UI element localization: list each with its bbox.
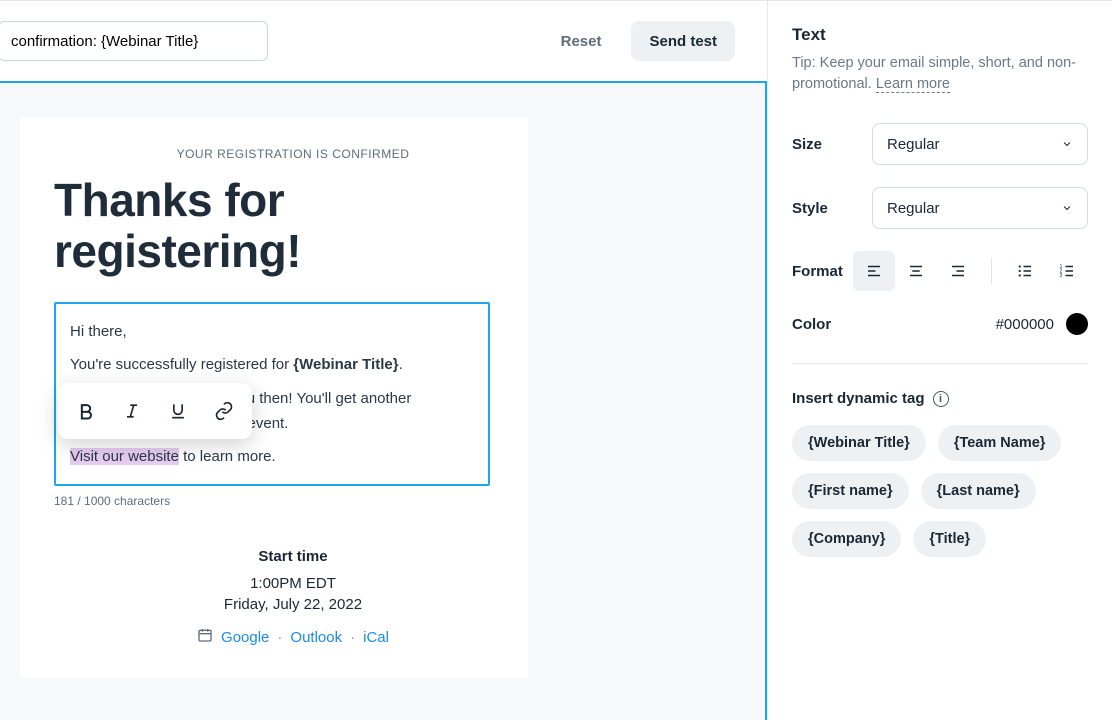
color-swatch[interactable] xyxy=(1066,313,1088,335)
bold-icon xyxy=(76,401,96,421)
start-time-label: Start time xyxy=(102,548,484,565)
size-row: Size Regular xyxy=(792,123,1088,165)
panel-title: Text xyxy=(792,25,1088,45)
panel-tip: Tip: Keep your email simple, short, and … xyxy=(792,53,1088,95)
svg-text:3: 3 xyxy=(1060,273,1063,279)
character-count: 181 / 1000 characters xyxy=(54,494,484,508)
start-time-value: 1:00PM EDT xyxy=(102,575,484,592)
dynamic-tag-header: Insert dynamic tag i xyxy=(792,390,1088,407)
bold-button[interactable] xyxy=(64,389,108,433)
calendar-links: Google · Outlook · iCal xyxy=(197,627,389,647)
tag-team-name[interactable]: {Team Name} xyxy=(938,425,1062,461)
italic-button[interactable] xyxy=(110,389,154,433)
bullet-list-icon xyxy=(1016,262,1034,280)
link-button[interactable] xyxy=(202,389,246,433)
text-format-toolbar xyxy=(58,383,252,439)
body-line: You're successfully registered for {Webi… xyxy=(70,353,474,376)
body-line: Hi there, xyxy=(70,320,474,343)
numbered-list-icon: 123 xyxy=(1058,262,1076,280)
chevron-down-icon xyxy=(1061,138,1073,150)
calendar-icon xyxy=(197,627,213,647)
align-right-button[interactable] xyxy=(937,251,979,291)
underline-button[interactable] xyxy=(156,389,200,433)
calendar-link-google[interactable]: Google xyxy=(221,629,269,646)
body-line: Visit our website to learn more. xyxy=(70,445,474,468)
start-time-block: Start time 1:00PM EDT Friday, July 22, 2… xyxy=(102,548,484,648)
selected-text: Visit our website xyxy=(70,448,179,465)
tag-webinar-title[interactable]: {Webinar Title} xyxy=(792,425,926,461)
style-label: Style xyxy=(792,200,872,217)
style-row: Style Regular xyxy=(792,187,1088,229)
subject-input[interactable] xyxy=(0,21,268,61)
send-test-button[interactable]: Send test xyxy=(631,21,735,61)
calendar-link-outlook[interactable]: Outlook xyxy=(290,629,342,646)
color-value: #000000 xyxy=(996,316,1054,333)
size-select[interactable]: Regular xyxy=(872,123,1088,165)
top-bar: Reset Send test xyxy=(0,1,767,81)
align-center-icon xyxy=(907,262,925,280)
chevron-down-icon xyxy=(1061,202,1073,214)
email-canvas[interactable]: YOUR REGISTRATION IS CONFIRMED Thanks fo… xyxy=(0,81,767,720)
tag-company[interactable]: {Company} xyxy=(792,521,901,557)
calendar-link-ical[interactable]: iCal xyxy=(363,629,389,646)
learn-more-link[interactable]: Learn more xyxy=(876,76,950,93)
dynamic-tags: {Webinar Title} {Team Name} {First name}… xyxy=(792,425,1088,557)
style-select[interactable]: Regular xyxy=(872,187,1088,229)
italic-icon xyxy=(122,401,142,421)
align-right-icon xyxy=(949,262,967,280)
divider xyxy=(991,258,992,284)
bullet-list-button[interactable] xyxy=(1004,251,1046,291)
tag-last-name[interactable]: {Last name} xyxy=(921,473,1036,509)
color-row: Color #000000 xyxy=(792,313,1088,335)
start-date-value: Friday, July 22, 2022 xyxy=(102,596,484,613)
numbered-list-button[interactable]: 123 xyxy=(1046,251,1088,291)
email-headline[interactable]: Thanks for registering! xyxy=(54,175,490,276)
format-label: Format xyxy=(792,263,853,280)
divider xyxy=(792,363,1088,364)
info-icon[interactable]: i xyxy=(933,391,949,407)
reset-button[interactable]: Reset xyxy=(543,21,620,61)
format-row: Format 123 xyxy=(792,251,1088,291)
underline-icon xyxy=(168,401,188,421)
align-left-button[interactable] xyxy=(853,251,895,291)
tag-title[interactable]: {Title} xyxy=(913,521,986,557)
link-icon xyxy=(214,401,234,421)
align-center-button[interactable] xyxy=(895,251,937,291)
tag-first-name[interactable]: {First name} xyxy=(792,473,909,509)
color-label: Color xyxy=(792,316,831,333)
email-eyebrow: YOUR REGISTRATION IS CONFIRMED xyxy=(102,147,484,161)
size-label: Size xyxy=(792,136,872,153)
properties-panel: Text Tip: Keep your email simple, short,… xyxy=(767,1,1112,720)
align-left-icon xyxy=(865,262,883,280)
